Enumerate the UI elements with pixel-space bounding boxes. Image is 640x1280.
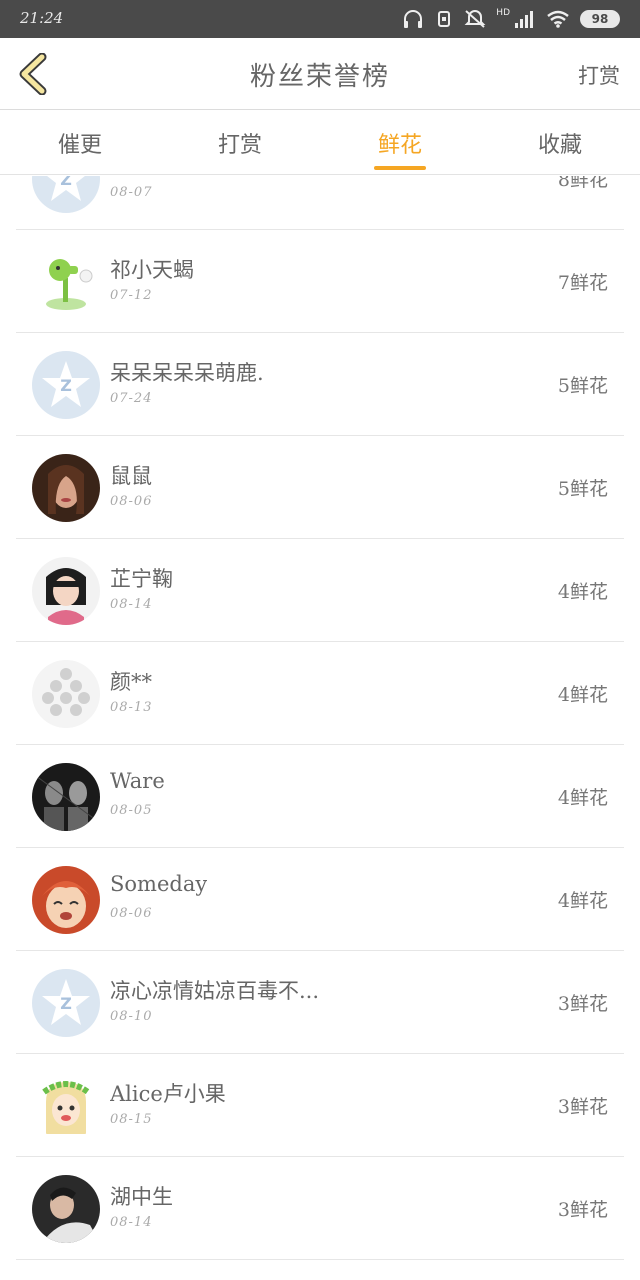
reward-button[interactable]: 打赏 (578, 60, 620, 90)
fan-list-item[interactable]: Z 呆呆呆呆呆萌鹿. 07-24 5鲜花 (16, 333, 624, 436)
fan-list-item[interactable]: Z 会唱歌的鱼 08-07 8鲜花 (16, 176, 624, 230)
fan-date: 08-06 (110, 494, 153, 509)
fan-list-item[interactable]: 颜** 08-13 4鲜花 (16, 642, 624, 745)
fan-name: 凉心凉情姑凉百毒不... (110, 979, 320, 1003)
tab-reward[interactable]: 打赏 (160, 111, 320, 174)
fan-date: 08-14 (110, 597, 153, 612)
page-title: 粉丝荣誉榜 (249, 62, 390, 92)
fan-list-item[interactable]: 鼠鼠 08-06 5鲜花 (16, 436, 624, 539)
tab-active-indicator (374, 166, 426, 170)
avatar[interactable] (32, 454, 100, 522)
fan-name: 祁小天蝎 (110, 258, 194, 282)
headphones-icon (402, 9, 424, 29)
flower-count: 3鲜花 (557, 993, 608, 1015)
nav-bar: 粉丝荣誉榜 打赏 (0, 38, 640, 110)
avatar[interactable] (32, 660, 100, 728)
avatar[interactable]: Z (32, 176, 100, 213)
mute-icon (464, 9, 486, 29)
fan-name: 颜** (110, 670, 152, 694)
flower-count: 8鲜花 (557, 176, 608, 191)
avatar[interactable] (32, 763, 100, 831)
svg-text:Z: Z (60, 176, 72, 189)
tab-label: 收藏 (537, 133, 582, 158)
fan-list-item[interactable]: Z 凉心凉情姑凉百毒不... 08-10 3鲜花 (16, 951, 624, 1054)
flower-count: 5鲜花 (557, 478, 608, 500)
fan-name: 会唱歌的鱼 (110, 176, 215, 181)
fan-list: Z 会唱歌的鱼 08-07 8鲜花 祁小天蝎 07-12 7鲜花 Z 呆呆呆呆呆萌鹿. 0… (0, 176, 640, 1260)
avatar[interactable]: Z (32, 351, 100, 419)
tab-urge[interactable]: 催更 (0, 111, 160, 174)
fan-name: 呆呆呆呆呆萌鹿. (110, 361, 264, 385)
avatar[interactable] (32, 248, 100, 316)
tab-label: 打赏 (217, 133, 262, 158)
fan-name: Alice卢小果 (110, 1082, 226, 1106)
fan-date: 08-10 (110, 1009, 153, 1024)
svg-text:Z: Z (60, 994, 72, 1013)
fan-date: 08-07 (110, 185, 153, 200)
fan-name: 湖中生 (110, 1185, 173, 1209)
hd-badge: HD (496, 8, 510, 18)
svg-text:Z: Z (60, 376, 72, 395)
status-bar: 21:24 HD 98 (0, 0, 640, 38)
flower-count: 3鲜花 (557, 1199, 608, 1221)
fan-date: 08-13 (110, 700, 153, 715)
fan-date: 08-15 (110, 1112, 153, 1127)
tab-label: 鲜花 (377, 133, 422, 158)
avatar[interactable]: Z (32, 969, 100, 1037)
tab-favorites[interactable]: 收藏 (480, 111, 640, 174)
fan-list-item[interactable]: Someday 08-06 4鲜花 (16, 848, 624, 951)
fan-name: Ware (110, 769, 165, 793)
flower-count: 4鲜花 (557, 684, 608, 706)
fan-list-item[interactable]: Alice卢小果 08-15 3鲜花 (16, 1054, 624, 1157)
fan-list-item[interactable]: 祁小天蝎 07-12 7鲜花 (16, 230, 624, 333)
flower-count: 4鲜花 (557, 890, 608, 912)
flower-count: 4鲜花 (557, 787, 608, 809)
fan-date: 08-05 (110, 803, 153, 818)
tab-flowers[interactable]: 鲜花 (320, 111, 480, 174)
fan-list-viewport[interactable]: Z 会唱歌的鱼 08-07 8鲜花 祁小天蝎 07-12 7鲜花 Z 呆呆呆呆呆萌鹿. 0… (0, 176, 640, 1280)
wifi-icon (546, 10, 570, 28)
fan-date: 07-24 (110, 391, 153, 406)
avatar[interactable] (32, 866, 100, 934)
tab-bar: 催更 打赏 鲜花 收藏 (0, 111, 640, 175)
status-time: 21:24 (20, 9, 64, 27)
fan-list-item[interactable]: 湖中生 08-14 3鲜花 (16, 1157, 624, 1260)
avatar[interactable] (32, 1175, 100, 1243)
fan-name: Someday (110, 872, 208, 896)
fan-name: 芷宁鞠 (110, 567, 173, 591)
fan-list-item[interactable]: Ware 08-05 4鲜花 (16, 745, 624, 848)
avatar[interactable] (32, 557, 100, 625)
tab-label: 催更 (57, 133, 102, 158)
status-icons: HD 98 (402, 7, 620, 31)
avatar[interactable] (32, 1072, 100, 1140)
fan-list-item[interactable]: 芷宁鞠 08-14 4鲜花 (16, 539, 624, 642)
fan-date: 07-12 (110, 288, 153, 303)
flower-count: 7鲜花 (557, 272, 608, 294)
flower-count: 5鲜花 (557, 375, 608, 397)
flower-count: 3鲜花 (557, 1096, 608, 1118)
rotate-lock-icon (434, 9, 454, 29)
fan-date: 08-14 (110, 1215, 153, 1230)
battery-indicator: 98 (580, 10, 620, 28)
fan-name: 鼠鼠 (110, 464, 152, 488)
flower-count: 4鲜花 (557, 581, 608, 603)
fan-date: 08-06 (110, 906, 153, 921)
signal-icon (514, 10, 536, 28)
